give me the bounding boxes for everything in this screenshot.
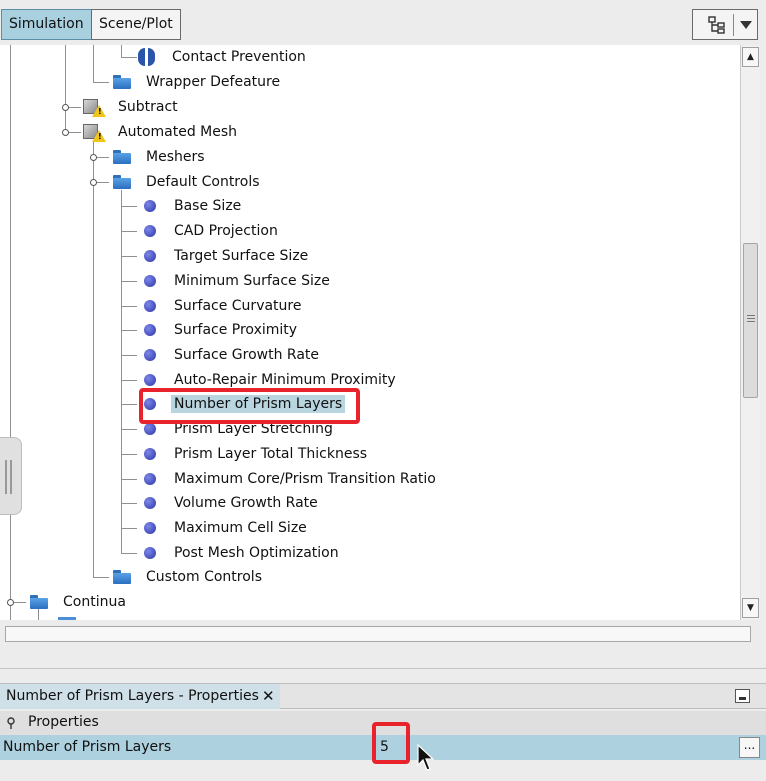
property-name: Number of Prism Layers: [3, 739, 172, 755]
tree-item-label: Post Mesh Optimization: [174, 545, 339, 561]
tree-item-subtract[interactable]: ! Subtract: [83, 95, 181, 119]
tree-vertical-scrollbar[interactable]: ▲ ▼: [740, 45, 760, 620]
tree-item-automated-mesh[interactable]: ! Automated Mesh: [83, 120, 240, 144]
tree-item-label: Subtract: [118, 99, 178, 115]
simulation-tree[interactable]: Contact Prevention Wrapper Defeature ! S…: [0, 45, 740, 620]
node-dot-icon: [144, 547, 156, 559]
mouse-cursor-icon: [417, 744, 435, 771]
tree-view-options-button[interactable]: [692, 9, 758, 40]
tree-item-label: Continua: [63, 594, 126, 610]
tree-item-label: Custom Controls: [146, 569, 262, 585]
tree-item-surface-proximity[interactable]: Surface Proximity: [144, 318, 300, 342]
tree-item-label: Contact Prevention: [172, 49, 306, 65]
tree-item-label: Prism Layer Total Thickness: [174, 446, 368, 462]
tree-item-maximum-cell-size[interactable]: Maximum Cell Size: [144, 516, 310, 540]
node-dot-icon: [144, 497, 156, 509]
properties-tab-bar: Number of Prism Layers - Properties ✕: [0, 683, 766, 709]
node-dot-icon: [144, 300, 156, 312]
node-dot-icon: [144, 250, 156, 262]
tree-item-volume-growth-rate[interactable]: Volume Growth Rate: [144, 491, 321, 515]
tree-item-wrapper-defeature[interactable]: Wrapper Defeature: [113, 70, 283, 94]
tree-item-post-mesh-optimization[interactable]: Post Mesh Optimization: [144, 541, 342, 565]
tree-item-minimum-surface-size[interactable]: Minimum Surface Size: [144, 269, 333, 293]
tree-item-label: Surface Growth Rate: [174, 347, 320, 363]
tree-item-label: Surface Curvature: [174, 298, 302, 314]
expand-toggle[interactable]: [62, 129, 69, 136]
tree-item-label: Default Controls: [146, 174, 260, 190]
pin-icon: [7, 717, 15, 729]
close-icon[interactable]: ✕: [262, 684, 275, 709]
expand-toggle[interactable]: [62, 104, 69, 111]
folder-icon: [113, 75, 131, 89]
node-dot-icon: [144, 200, 156, 212]
folder-icon: [30, 595, 48, 609]
tree-item-label: CAD Projection: [174, 223, 278, 239]
contact-prevention-icon: [137, 48, 157, 66]
node-dot-icon: [144, 448, 156, 460]
side-panel-grip[interactable]: [0, 437, 22, 515]
value-highlight-box: [372, 722, 410, 764]
property-edit-button[interactable]: ...: [739, 737, 760, 758]
tree-item-surface-curvature[interactable]: Surface Curvature: [144, 294, 304, 318]
tree-item-continua[interactable]: Continua: [30, 590, 129, 614]
mesh-warning-icon: !: [83, 97, 106, 117]
expand-toggle[interactable]: [90, 179, 97, 186]
tree-item-target-surface-size[interactable]: Target Surface Size: [144, 244, 311, 268]
tree-item-default-controls[interactable]: Default Controls: [113, 170, 263, 194]
tree-item-label: Target Surface Size: [174, 248, 309, 264]
properties-tab[interactable]: Number of Prism Layers - Properties ✕: [0, 684, 280, 709]
tree-item-label: Auto-Repair Minimum Proximity: [174, 372, 396, 388]
node-dot-icon: [144, 522, 156, 534]
tree-horizontal-scrollbar[interactable]: [5, 626, 751, 642]
node-dot-icon: [144, 324, 156, 336]
tree-item-label: Volume Growth Rate: [174, 495, 318, 511]
scrollbar-thumb[interactable]: [743, 243, 758, 398]
tree-item-label: Maximum Cell Size: [174, 520, 307, 536]
folder-icon: [113, 150, 131, 164]
expand-toggle[interactable]: [7, 599, 14, 606]
mesh-warning-icon: !: [83, 122, 106, 142]
node-dot-icon: [144, 349, 156, 361]
dropdown-arrow-icon: [740, 21, 752, 29]
tree-item-label: Surface Proximity: [174, 322, 298, 338]
minimize-icon[interactable]: [735, 689, 750, 703]
expand-toggle[interactable]: [90, 154, 97, 161]
node-dot-icon: [144, 275, 156, 287]
folder-icon: [113, 570, 131, 584]
tree-item-label: Automated Mesh: [118, 124, 238, 140]
properties-section-label: Properties: [28, 714, 99, 730]
tree-item-prism-layer-total-thickness[interactable]: Prism Layer Total Thickness: [144, 442, 370, 466]
tree-item-custom-controls[interactable]: Custom Controls: [113, 565, 265, 589]
tree-item-label: Meshers: [146, 149, 205, 165]
panel-divider: [0, 668, 766, 669]
partial-folder-icon: [58, 617, 76, 620]
node-dot-icon: [144, 473, 156, 485]
tree-item-cad-projection[interactable]: CAD Projection: [144, 219, 281, 243]
tree-item-label: Wrapper Defeature: [146, 74, 281, 90]
tree-item-label: Maximum Core/Prism Transition Ratio: [174, 471, 436, 487]
node-dot-icon: [144, 225, 156, 237]
highlight-box: [139, 388, 360, 424]
tab-simulation[interactable]: Simulation: [1, 9, 92, 40]
tree-item-meshers[interactable]: Meshers: [113, 145, 208, 169]
scroll-up-arrow-icon[interactable]: ▲: [742, 47, 759, 67]
tree-item-base-size[interactable]: Base Size: [144, 194, 244, 218]
node-dot-icon: [144, 423, 156, 435]
tree-item-maximum-core-prism-transition-ratio[interactable]: Maximum Core/Prism Transition Ratio: [144, 467, 439, 491]
folder-icon: [113, 175, 131, 189]
tree-item-contact-prevention[interactable]: Contact Prevention: [137, 45, 309, 69]
tree-item-label: Minimum Surface Size: [174, 273, 330, 289]
tab-scene-plot[interactable]: Scene/Plot: [91, 9, 181, 40]
tree-item-label: Base Size: [174, 198, 242, 214]
properties-tab-title: Number of Prism Layers - Properties: [6, 688, 259, 704]
node-dot-icon: [144, 374, 156, 386]
tree-item-surface-growth-rate[interactable]: Surface Growth Rate: [144, 343, 322, 367]
scroll-down-arrow-icon[interactable]: ▼: [742, 598, 759, 618]
tree-hierarchy-icon: [708, 16, 725, 34]
